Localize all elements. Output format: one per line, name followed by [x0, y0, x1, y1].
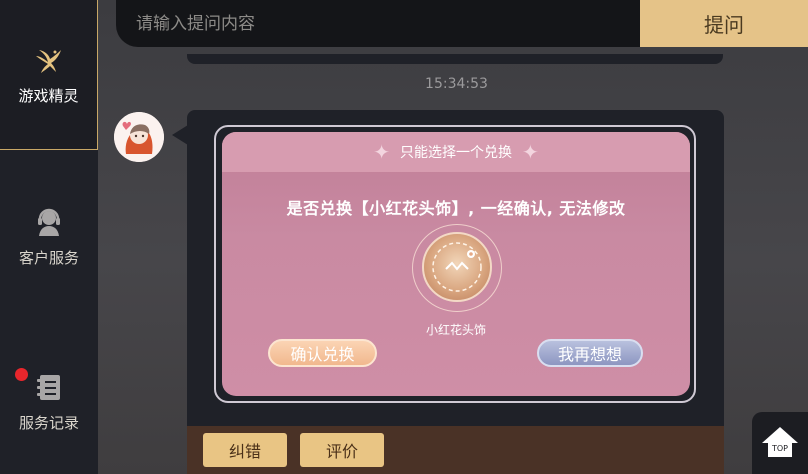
records-icon — [32, 370, 66, 404]
sparkle-icon: ✦ — [373, 140, 390, 164]
sidebar-item-label: 服务记录 — [18, 414, 79, 432]
item-name: 小红花头饰 — [425, 323, 486, 337]
notification-badge — [15, 368, 28, 381]
confirm-exchange-button[interactable]: 确认兑换 — [268, 339, 377, 367]
exchange-question: 是否兑换【小红花头饰】, 一经确认, 无法修改 — [286, 199, 626, 218]
sidebar-item-label: 客户服务 — [18, 249, 79, 267]
sidebar-item-service-records[interactable]: 服务记录 — [0, 370, 98, 433]
sidebar-item-game-fairy[interactable]: 游戏精灵 — [0, 0, 98, 150]
question-bar: 提问 — [116, 0, 808, 47]
sidebar-item-customer-service[interactable]: 客户服务 — [0, 205, 98, 268]
sparkle-icon: ✦ — [522, 140, 539, 164]
customer-service-icon — [32, 205, 66, 239]
sidebar: 游戏精灵 客户服务 服务记录 — [0, 0, 98, 474]
reconsider-button[interactable]: 我再想想 — [537, 339, 643, 367]
ask-button[interactable]: 提问 — [640, 0, 808, 47]
exchange-card: ✦ 只能选择一个兑换 ✦ 是否兑换【小红花头饰】, 一经确认, 无法修改 小红花… — [222, 132, 690, 396]
avatar — [114, 112, 164, 162]
previous-message-bubble — [187, 54, 723, 64]
flower-headwear-icon — [422, 232, 492, 302]
fairy-icon — [32, 43, 66, 77]
top-label: TOP — [771, 444, 788, 453]
correct-button[interactable]: 纠错 — [203, 433, 287, 467]
bubble-arrow — [172, 125, 188, 145]
card-header: ✦ 只能选择一个兑换 ✦ — [222, 132, 690, 172]
question-input[interactable] — [116, 0, 640, 47]
card-header-text: 只能选择一个兑换 — [400, 145, 512, 161]
scroll-to-top-button[interactable]: TOP — [752, 412, 808, 474]
rate-button[interactable]: 评价 — [300, 433, 384, 467]
house-up-arrow-icon: TOP — [762, 427, 798, 457]
message-timestamp: 15:34:53 — [425, 76, 488, 92]
